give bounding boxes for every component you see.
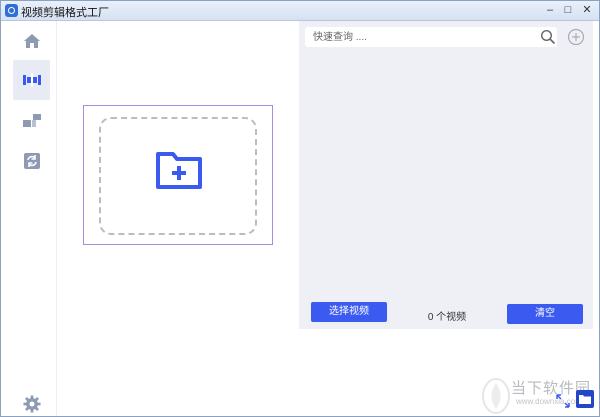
open-folder-icon[interactable] xyxy=(576,390,594,408)
gear-icon[interactable] xyxy=(23,395,41,413)
film-cut-icon xyxy=(23,73,41,87)
sidebar-item-home[interactable] xyxy=(13,21,50,61)
home-icon xyxy=(24,34,40,48)
video-list-panel: 选择视频 0 个视频 清空 xyxy=(299,21,593,329)
search-icon[interactable] xyxy=(540,29,556,45)
sidebar-item-blocks[interactable] xyxy=(13,101,50,141)
add-circle-icon[interactable] xyxy=(567,28,585,46)
app-logo-icon xyxy=(5,4,18,17)
corner-toolbar xyxy=(556,390,596,410)
maximize-button[interactable]: □ xyxy=(560,2,576,18)
select-video-button[interactable]: 选择视频 xyxy=(311,302,387,322)
sidebar xyxy=(1,21,57,416)
close-button[interactable]: ✕ xyxy=(578,2,596,18)
search-box xyxy=(305,27,557,47)
minimize-button[interactable]: – xyxy=(542,2,558,18)
folder-add-icon xyxy=(156,152,202,189)
app-window: 视频剪辑格式工厂 – □ ✕ 快速查询 .... 选择视频 0 个视频 清空 当… xyxy=(0,0,600,417)
clear-button[interactable]: 清空 xyxy=(507,304,583,324)
watermark-logo-icon xyxy=(482,378,510,414)
window-title: 视频剪辑格式工厂 xyxy=(21,7,109,19)
sidebar-item-video-cut[interactable] xyxy=(13,60,50,100)
expand-icon[interactable] xyxy=(556,394,570,408)
video-count: 0 个视频 xyxy=(427,312,467,323)
search-input[interactable] xyxy=(313,30,523,44)
video-drop-card[interactable] xyxy=(83,105,273,245)
title-bar[interactable]: 视频剪辑格式工厂 – □ ✕ xyxy=(1,1,599,21)
drop-zone[interactable] xyxy=(99,117,257,235)
sidebar-item-convert[interactable] xyxy=(13,141,50,181)
blocks-icon xyxy=(23,114,41,127)
refresh-icon xyxy=(24,153,40,169)
